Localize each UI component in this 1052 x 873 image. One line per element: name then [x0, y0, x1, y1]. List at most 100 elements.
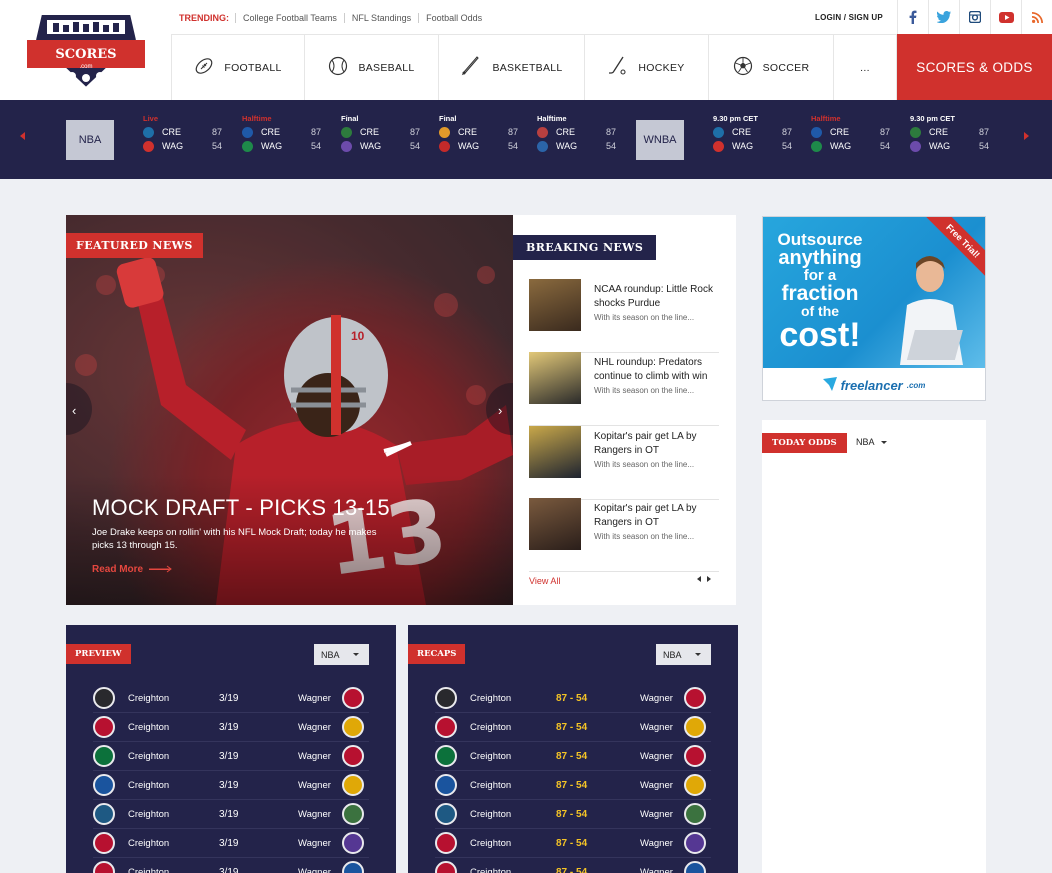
team-abbr: WAG [830, 141, 852, 151]
nav-item-football[interactable]: FOOTBALL [171, 35, 305, 100]
team-score: 54 [781, 141, 792, 151]
team-logo-icon [342, 832, 364, 854]
team-name: Wagner [298, 721, 331, 733]
preview-league-select[interactable]: NBA [314, 644, 369, 665]
team-name: Wagner [640, 721, 673, 733]
nav-item-baseball[interactable]: BASEBALL [305, 35, 439, 100]
news-title: NHL roundup: Predators continue to climb… [594, 357, 708, 382]
table-row[interactable]: Creighton 3/19 Wagner [93, 829, 369, 858]
site-logo[interactable]: SCORES .com [21, 10, 145, 90]
recaps-league-select[interactable]: NBA [656, 644, 711, 665]
breaking-news-item[interactable]: NCAA roundup: Little Rock shocks Purdue … [529, 279, 719, 353]
prev-icon[interactable] [697, 576, 701, 582]
ticker-game[interactable]: Final CRE 87 WAG 54 [341, 114, 423, 153]
table-row[interactable]: Creighton 87 - 54 Wagner [435, 800, 711, 829]
trending-link[interactable]: Football Odds [418, 13, 489, 23]
ad-line: for a [803, 267, 837, 284]
preview-league-value: NBA [321, 649, 340, 660]
breaking-news-item[interactable]: Kopitar's pair get LA by Rangers in OT W… [529, 426, 719, 500]
final-score: 87 - 54 [556, 692, 588, 704]
rss-icon[interactable] [1021, 0, 1052, 34]
table-row[interactable]: Creighton 87 - 54 Wagner [435, 858, 711, 873]
breaking-news-item[interactable]: Kopitar's pair get LA by Rangers in OT W… [529, 498, 719, 572]
table-row[interactable]: Creighton 87 - 54 Wagner [435, 713, 711, 742]
nav-item-soccer[interactable]: SOCCER [709, 35, 834, 100]
ticker-game[interactable]: Live CRE 87 WAG 54 [143, 114, 225, 153]
ad-line: Outsource [777, 230, 863, 249]
game-status: Final [341, 114, 359, 123]
freelancer-logo-icon [822, 376, 837, 394]
ad-line: fraction [781, 282, 859, 305]
trending-link[interactable]: College Football Teams [235, 13, 344, 23]
facebook-icon[interactable] [897, 0, 928, 34]
team-abbr: WAG [162, 141, 184, 151]
nav-item-basketball[interactable]: BASKETBALL [439, 35, 585, 100]
table-row[interactable]: Creighton 87 - 54 Wagner [435, 684, 711, 713]
team-logo-icon [910, 140, 921, 152]
recaps-label: RECAPS [408, 644, 466, 664]
table-row[interactable]: Creighton 3/19 Wagner [93, 684, 369, 713]
table-row[interactable]: Creighton 3/19 Wagner [93, 742, 369, 771]
table-row[interactable]: Creighton 87 - 54 Wagner [435, 742, 711, 771]
team-name: Creighton [470, 808, 512, 820]
team-logo-icon [143, 126, 154, 138]
odds-league-select[interactable]: NBA [856, 437, 887, 447]
league-tab-wnba[interactable]: WNBA [636, 120, 684, 160]
team-abbr: WAG [556, 141, 578, 151]
today-odds: TODAY ODDS NBA [762, 420, 986, 873]
freelancer-ad[interactable]: Free Trial! Outsource anything for a fra… [762, 216, 986, 401]
today-odds-label: TODAY ODDS [762, 433, 847, 453]
team-logo-icon [713, 140, 724, 152]
breaking-news-item[interactable]: NHL roundup: Predators continue to climb… [529, 352, 719, 426]
ticker-game[interactable]: Final CRE 87 WAG 54 [439, 114, 521, 153]
team-score: 54 [211, 141, 222, 151]
team-name: Wagner [640, 808, 673, 820]
team-score: 54 [310, 141, 321, 151]
team-logo-icon [684, 774, 706, 796]
ad-brand-name: freelancer [840, 377, 903, 393]
read-more-link[interactable]: Read More [92, 564, 172, 575]
team-logo-icon [242, 126, 253, 138]
hockey-icon [608, 56, 628, 79]
table-row[interactable]: Creighton 3/19 Wagner [93, 771, 369, 800]
table-row[interactable]: Creighton 3/19 Wagner [93, 713, 369, 742]
soccer-icon [733, 56, 753, 79]
table-row[interactable]: Creighton 87 - 54 Wagner [435, 829, 711, 858]
ticker-next-icon[interactable] [1024, 132, 1029, 140]
team-name: Wagner [298, 750, 331, 762]
team-name: Wagner [298, 808, 331, 820]
nav-item-more[interactable]: ... [834, 35, 897, 100]
game-date: 3/19 [219, 721, 239, 733]
instagram-icon[interactable] [959, 0, 990, 34]
team-score: 87 [978, 127, 989, 137]
trending-link[interactable]: NFL Standings [343, 13, 418, 23]
login-signup-link[interactable]: LOGIN / SIGN UP [815, 13, 883, 22]
ticker-game[interactable]: 9.30 pm CET CRE 87 WAG 54 [713, 114, 795, 153]
league-tab-nba[interactable]: NBA [66, 120, 114, 160]
team-logo-icon [537, 140, 548, 152]
team-name: Wagner [640, 692, 673, 704]
ticker-game[interactable]: 9.30 pm CET CRE 87 WAG 54 [910, 114, 992, 153]
table-row[interactable]: Creighton 87 - 54 Wagner [435, 771, 711, 800]
team-logo-icon [93, 803, 115, 825]
ticker-game[interactable]: Halftime CRE 87 WAG 54 [242, 114, 324, 153]
featured-title[interactable]: MOCK DRAFT - PICKS 13-15 [92, 495, 390, 521]
team-logo-icon [811, 140, 822, 152]
table-row[interactable]: Creighton 3/19 Wagner [93, 858, 369, 873]
nav-item-hockey[interactable]: HOCKEY [585, 35, 709, 100]
ticker-prev-icon[interactable] [20, 132, 25, 140]
ticker-game[interactable]: Halftime CRE 87 WAG 54 [537, 114, 619, 153]
table-row[interactable]: Creighton 3/19 Wagner [93, 800, 369, 829]
youtube-icon[interactable] [990, 0, 1021, 34]
team-logo-icon [342, 803, 364, 825]
ticker-game[interactable]: Halftime CRE 87 WAG 54 [811, 114, 893, 153]
twitter-icon[interactable] [928, 0, 959, 34]
team-logo-icon [93, 745, 115, 767]
team-abbr: CRE [830, 127, 850, 137]
featured-news[interactable]: 10 13 FEATURED NEWS ‹ › MOCK DRAFT - PIC… [66, 215, 513, 605]
scores-odds-button[interactable]: SCORES & ODDS [897, 34, 1052, 100]
view-all-link[interactable]: View All [529, 576, 560, 586]
next-icon[interactable] [707, 576, 711, 582]
team-name: Wagner [298, 692, 331, 704]
team-logo-icon [143, 140, 154, 152]
